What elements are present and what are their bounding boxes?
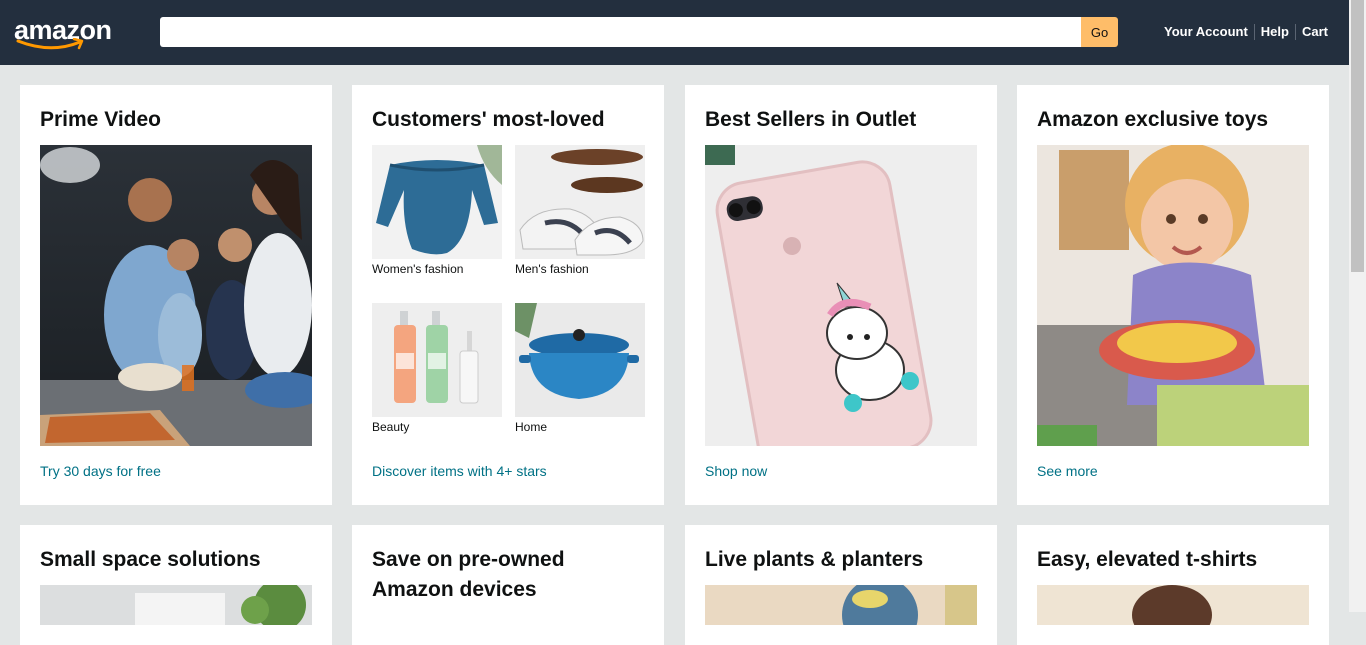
shoes-image [515, 145, 645, 259]
card-title: Easy, elevated t-shirts [1037, 548, 1258, 571]
card-prime-video: Prime Video Try 30 days for free [20, 85, 332, 505]
home-tile[interactable]: Home [515, 303, 645, 434]
card-title: Customers' most-loved [372, 108, 605, 131]
unicorn-phone-case-image[interactable] [705, 145, 977, 446]
help-link[interactable]: Help [1253, 24, 1295, 40]
womens-fashion-tile[interactable]: Women's fashion [372, 145, 502, 276]
blue-top-image [372, 145, 502, 259]
card-title: Prime Video [40, 108, 161, 131]
shop-now-link[interactable]: Shop now [705, 463, 767, 479]
card-live-plants: Live plants & planters [685, 525, 997, 645]
tshirts-image[interactable] [1037, 585, 1309, 625]
page-scrollbar[interactable] [1349, 0, 1366, 612]
card-pre-owned-devices: Save on pre-owned Amazon devices [352, 525, 664, 645]
search-input[interactable] [160, 17, 1081, 47]
tile-label: Men's fashion [515, 262, 589, 276]
try-prime-link[interactable]: Try 30 days for free [40, 463, 161, 479]
card-title: Best Sellers in Outlet [705, 108, 917, 131]
tile-label: Home [515, 420, 548, 434]
top-navigation-bar: amazon Go Your Account Help Cart [0, 0, 1349, 65]
family-watching-movie-image[interactable] [40, 145, 312, 446]
tile-label: Women's fashion [372, 262, 464, 276]
card-title: Live plants & planters [705, 548, 924, 571]
account-links: Your Account Help Cart [1158, 24, 1334, 40]
beauty-tile[interactable]: Beauty [372, 303, 502, 434]
smile-arrow-icon [16, 38, 84, 50]
your-account-link[interactable]: Your Account [1158, 24, 1254, 40]
scrollbar-thumb[interactable] [1351, 0, 1364, 272]
amazon-logo[interactable]: amazon [14, 14, 114, 52]
see-more-toys-link[interactable]: See more [1037, 463, 1098, 479]
card-most-loved: Customers' most-loved Women's fashion Me… [352, 85, 664, 505]
card-small-space-solutions: Small space solutions [20, 525, 332, 645]
go-button[interactable]: Go [1081, 17, 1118, 47]
card-exclusive-toys: Amazon exclusive toys See more [1017, 85, 1329, 505]
toddler-toy-image[interactable] [1037, 145, 1309, 446]
card-title: Save on pre-owned Amazon devices [372, 548, 565, 601]
mens-fashion-tile[interactable]: Men's fashion [515, 145, 645, 276]
card-elevated-tshirts: Easy, elevated t-shirts [1017, 525, 1329, 645]
blue-pot-image [515, 303, 645, 417]
tile-label: Beauty [372, 420, 410, 434]
beauty-bottles-image [372, 303, 502, 417]
card-title: Small space solutions [40, 548, 261, 571]
small-space-image[interactable] [40, 585, 312, 625]
card-best-sellers-outlet: Best Sellers in Outlet Shop now [685, 85, 997, 505]
plants-image[interactable] [705, 585, 977, 625]
discover-four-star-link[interactable]: Discover items with 4+ stars [372, 463, 547, 479]
card-title: Amazon exclusive toys [1037, 108, 1269, 131]
cart-link[interactable]: Cart [1294, 24, 1334, 40]
